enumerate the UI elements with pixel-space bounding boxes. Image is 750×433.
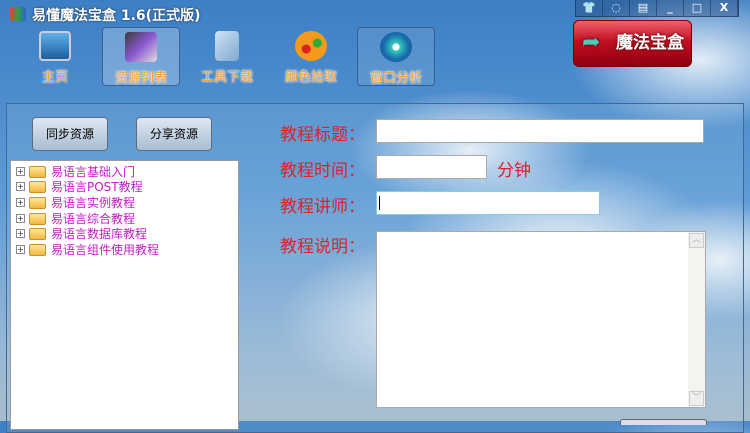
text-caret (379, 196, 380, 210)
folder-icon (29, 180, 46, 193)
tree-node[interactable]: + 易语言综合教程 (16, 211, 135, 226)
toolbar-label: 窗口分析 (369, 71, 422, 86)
film-icon (125, 32, 157, 62)
toolbar-color-picker[interactable]: 颜色拾取 (272, 27, 350, 86)
tree-node[interactable]: + 易语言组件使用教程 (16, 242, 159, 257)
app-icon (10, 7, 26, 21)
folder-icon (29, 227, 46, 240)
scrollbar[interactable]: ︿ ﹀ (688, 232, 705, 407)
description-textarea[interactable]: ︿ ﹀ (376, 231, 706, 408)
tree-node[interactable]: + 易语言实例教程 (16, 195, 135, 210)
tools-folder-icon (215, 31, 239, 61)
time-input[interactable] (376, 155, 487, 179)
tree-node-label: 易语言POST教程 (51, 180, 143, 194)
teacher-input[interactable] (376, 191, 600, 215)
logo-text: 魔法宝盒 (616, 33, 684, 53)
expand-icon[interactable]: + (16, 182, 25, 191)
skin-button[interactable]: 👕 (576, 0, 603, 16)
toolbar-label: 主页 (41, 70, 68, 85)
folder-icon (29, 165, 46, 178)
sync-resources-button[interactable]: 同步资源 (32, 117, 108, 151)
description-label: 教程说明： (280, 237, 365, 257)
folder-icon (29, 243, 46, 256)
bottom-button[interactable] (620, 419, 707, 425)
arrow-icon: ➦ (582, 30, 601, 55)
toolbar-label: 资源列表 (114, 71, 167, 86)
expand-icon[interactable]: + (16, 214, 25, 223)
toolbar-tool-download[interactable]: 工具下载 (188, 27, 266, 86)
toolbar-label: 颜色拾取 (284, 70, 337, 85)
toolbar-home[interactable]: 主页 (16, 27, 94, 86)
folder-icon (29, 196, 46, 209)
monitor-icon (39, 31, 71, 61)
title-label: 教程标题： (280, 125, 365, 145)
share-resources-button[interactable]: 分享资源 (136, 117, 212, 151)
title-input[interactable] (376, 119, 704, 143)
logo-button[interactable]: ➦ 魔法宝盒 (573, 20, 692, 67)
tree-node[interactable]: + 易语言数据库教程 (16, 226, 147, 241)
toolbar-label: 工具下载 (200, 70, 253, 85)
expand-icon[interactable]: + (16, 245, 25, 254)
scroll-up-icon[interactable]: ︿ (689, 233, 704, 248)
maximize-button[interactable]: □ (684, 0, 711, 16)
windows-orb-icon (380, 32, 412, 62)
teacher-label: 教程讲师： (280, 197, 365, 217)
tree-node-label: 易语言组件使用教程 (51, 243, 160, 257)
window-title: 易懂魔法宝盒 1.6(正式版) (32, 8, 201, 24)
tree-node[interactable]: + 易语言POST教程 (16, 179, 143, 194)
expand-icon[interactable]: + (16, 198, 25, 207)
tree-node[interactable]: + 易语言基础入门 (16, 164, 135, 179)
resource-tree[interactable]: + 易语言基础入门 + 易语言POST教程 + 易语言实例教程 + 易语言综合教程 + 易… (10, 160, 239, 430)
tree-node-label: 易语言实例教程 (51, 196, 136, 210)
window-controls: 👕 ◌ ▤ _ □ X (575, 0, 739, 17)
expand-icon[interactable]: + (16, 167, 25, 176)
minimize-button[interactable]: _ (657, 0, 684, 16)
scroll-down-icon[interactable]: ﹀ (689, 391, 704, 406)
folder-icon (29, 212, 46, 225)
toolbar-resource-list[interactable]: 资源列表 (102, 27, 180, 86)
time-unit: 分钟 (497, 161, 531, 181)
menu-button[interactable]: ▤ (630, 0, 657, 16)
close-button[interactable]: X (711, 0, 738, 16)
toolbar-window-analysis[interactable]: 窗口分析 (357, 27, 435, 86)
time-label: 教程时间： (280, 161, 365, 181)
tree-node-label: 易语言数据库教程 (51, 227, 148, 241)
feedback-button[interactable]: ◌ (603, 0, 630, 16)
palette-icon (295, 31, 327, 61)
expand-icon[interactable]: + (16, 229, 25, 238)
